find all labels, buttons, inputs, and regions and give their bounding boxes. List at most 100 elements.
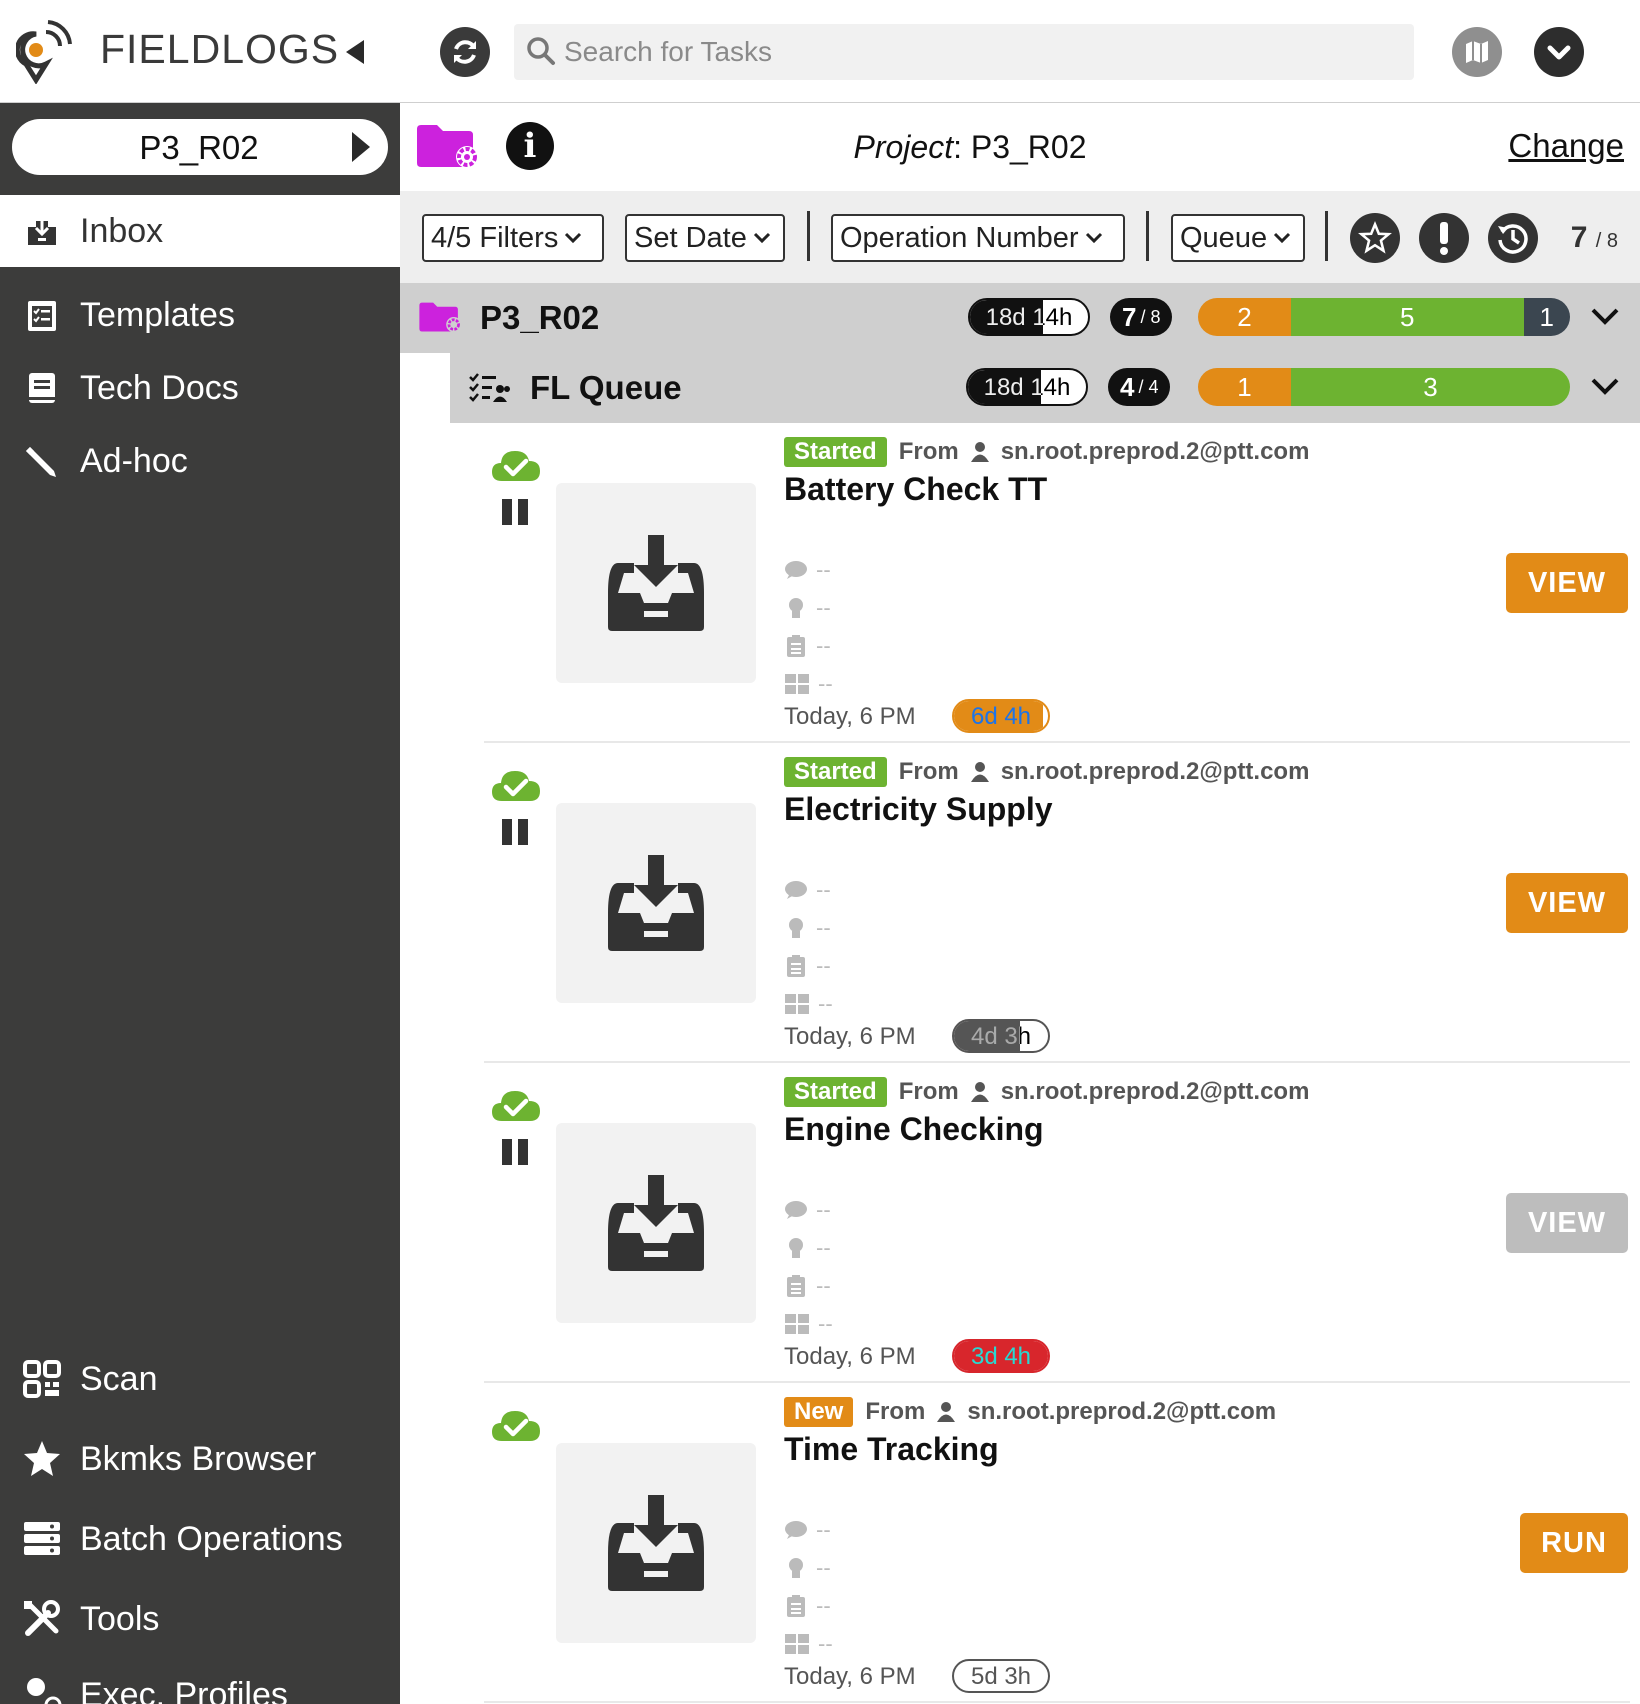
cloud-synced-icon — [492, 771, 540, 801]
comment-icon — [785, 881, 807, 899]
lightbulb-icon — [789, 1238, 803, 1258]
task-sender: sn.root.preprod.2@ptt.com — [1000, 438, 1310, 465]
project-info-button[interactable]: i — [506, 122, 554, 170]
sidebar-item-inbox[interactable]: Inbox — [0, 195, 400, 267]
task-title[interactable]: Time Tracking — [784, 1431, 999, 1468]
exclamation-icon — [1440, 222, 1448, 255]
grid-meta: -- — [784, 1631, 833, 1657]
comment-icon — [785, 561, 807, 579]
pause-icon[interactable] — [500, 1137, 530, 1167]
task-sender: sn.root.preprod.2@ptt.com — [1000, 1078, 1310, 1105]
sidebar-item-templates[interactable]: Templates — [0, 279, 400, 351]
status-badge: Started — [784, 757, 887, 787]
main-panel: i Project: P3_R02 Change 4/5 Filters Set… — [400, 103, 1640, 1704]
history-filter-button[interactable] — [1488, 213, 1538, 263]
task-title[interactable]: Battery Check TT — [784, 471, 1047, 508]
comments-meta: -- — [784, 1517, 831, 1543]
inbox-download-icon — [608, 535, 704, 631]
task-action-button[interactable]: VIEW — [1506, 873, 1628, 933]
task-thumbnail[interactable] — [556, 1443, 756, 1643]
hints-meta: -- — [784, 595, 831, 621]
sidebar-item-bkmks-browser[interactable]: Bkmks Browser — [0, 1423, 400, 1495]
group-title: P3_R02 — [480, 299, 600, 336]
project-title: Project: P3_R02 — [853, 129, 1087, 165]
task-thumbnail[interactable] — [556, 1123, 756, 1323]
sidebar-item-batch-operations[interactable]: Batch Operations — [0, 1503, 400, 1575]
task-card: Started From sn.root.preprod.2@ptt.com B… — [484, 423, 1630, 743]
task-thumbnail[interactable] — [556, 803, 756, 1003]
from-label: From — [898, 1078, 959, 1105]
task-status-line: Started From sn.root.preprod.2@ptt.com — [784, 1077, 1309, 1107]
sync-button[interactable] — [440, 27, 490, 77]
project-selector-label: P3_R02 — [139, 129, 259, 166]
pause-icon[interactable] — [500, 497, 530, 527]
change-project-link[interactable]: Change — [1508, 127, 1624, 165]
status-segment: 1 — [1523, 298, 1570, 336]
search-box[interactable] — [514, 24, 1414, 80]
priority-filter-button[interactable] — [1419, 213, 1469, 263]
hints-meta: -- — [784, 1555, 831, 1581]
grid-meta: -- — [784, 991, 833, 1017]
task-card: Started From sn.root.preprod.2@ptt.com E… — [484, 743, 1630, 1063]
task-thumbnail[interactable] — [556, 483, 756, 683]
task-title[interactable]: Engine Checking — [784, 1111, 1044, 1148]
map-button[interactable] — [1452, 27, 1502, 77]
star-outline-icon — [1358, 221, 1392, 254]
grid-meta: -- — [784, 1311, 833, 1337]
comments-meta: -- — [784, 557, 831, 583]
favorites-filter-button[interactable] — [1350, 213, 1400, 263]
chevron-down-icon — [1274, 232, 1291, 244]
task-title[interactable]: Electricity Supply — [784, 791, 1053, 828]
map-icon — [1466, 41, 1488, 63]
sidebar-item-ad-hoc[interactable]: Ad-hoc — [0, 425, 400, 497]
status-badge: Started — [784, 1077, 887, 1107]
grid-icon — [785, 1634, 809, 1654]
search-input[interactable] — [564, 30, 1384, 74]
tools-icon — [20, 1597, 64, 1641]
queue-row[interactable]: FL Queue 18d 14h 4/ 4 13 — [450, 353, 1640, 423]
task-status-line: Started From sn.root.preprod.2@ptt.com — [784, 757, 1309, 787]
chevron-down-icon — [753, 232, 770, 244]
filters-dropdown[interactable]: 4/5 Filters — [422, 214, 604, 262]
folder-settings-icon[interactable] — [415, 123, 479, 169]
inbox-download-icon — [608, 1495, 704, 1591]
divider — [807, 211, 810, 261]
from-label: From — [898, 438, 959, 465]
task-count: 7 / 8 — [1570, 221, 1618, 254]
project-bar: i Project: P3_R02 Change — [400, 103, 1640, 191]
list-checks-icon — [469, 373, 510, 402]
sidebar-item-exec-profiles[interactable]: Exec. Profiles — [0, 1659, 400, 1704]
task-date: Today, 6 PM — [784, 1023, 916, 1050]
task-action-button[interactable]: VIEW — [1506, 1193, 1628, 1253]
server-stack-icon — [20, 1517, 64, 1561]
sidebar-item-scan[interactable]: Scan — [0, 1343, 400, 1415]
project-group-row[interactable]: P3_R02 18d 14h 7/ 8 251 — [400, 283, 1640, 353]
queue-dropdown[interactable]: Queue — [1171, 214, 1305, 262]
pause-icon[interactable] — [500, 817, 530, 847]
sidebar: P3_R02 Inbox Templates Tech Docs Ad-hoc … — [0, 103, 400, 1704]
location-pin-logo-icon — [16, 20, 72, 84]
search-icon — [527, 37, 555, 65]
chevron-down-icon[interactable] — [1590, 305, 1620, 327]
sidebar-item-tech-docs[interactable]: Tech Docs — [0, 352, 400, 424]
sidebar-item-tools[interactable]: Tools — [0, 1583, 400, 1655]
comments-meta: -- — [784, 1197, 831, 1223]
chevron-down-icon[interactable] — [1590, 375, 1620, 397]
grid-icon — [785, 1314, 809, 1334]
operation-number-dropdown[interactable]: Operation Number — [831, 214, 1125, 262]
project-selector[interactable]: P3_R02 — [12, 119, 388, 175]
user-icon — [970, 442, 989, 462]
status-segment: 3 — [1291, 368, 1570, 406]
filter-bar: 4/5 Filters Set Date Operation Number Qu… — [400, 191, 1640, 283]
collapse-sidebar-button[interactable] — [346, 40, 364, 64]
info-icon: i — [523, 126, 537, 166]
account-menu-button[interactable] — [1534, 27, 1584, 77]
task-action-button[interactable]: RUN — [1520, 1513, 1628, 1573]
status-badge: New — [784, 1397, 854, 1427]
sidebar-item-label: Inbox — [80, 211, 164, 250]
inbox-download-icon — [608, 1175, 704, 1271]
set-date-dropdown[interactable]: Set Date — [625, 214, 785, 262]
chevron-down-icon — [1085, 232, 1102, 244]
grid-icon — [785, 674, 809, 694]
task-action-button[interactable]: VIEW — [1506, 553, 1628, 613]
